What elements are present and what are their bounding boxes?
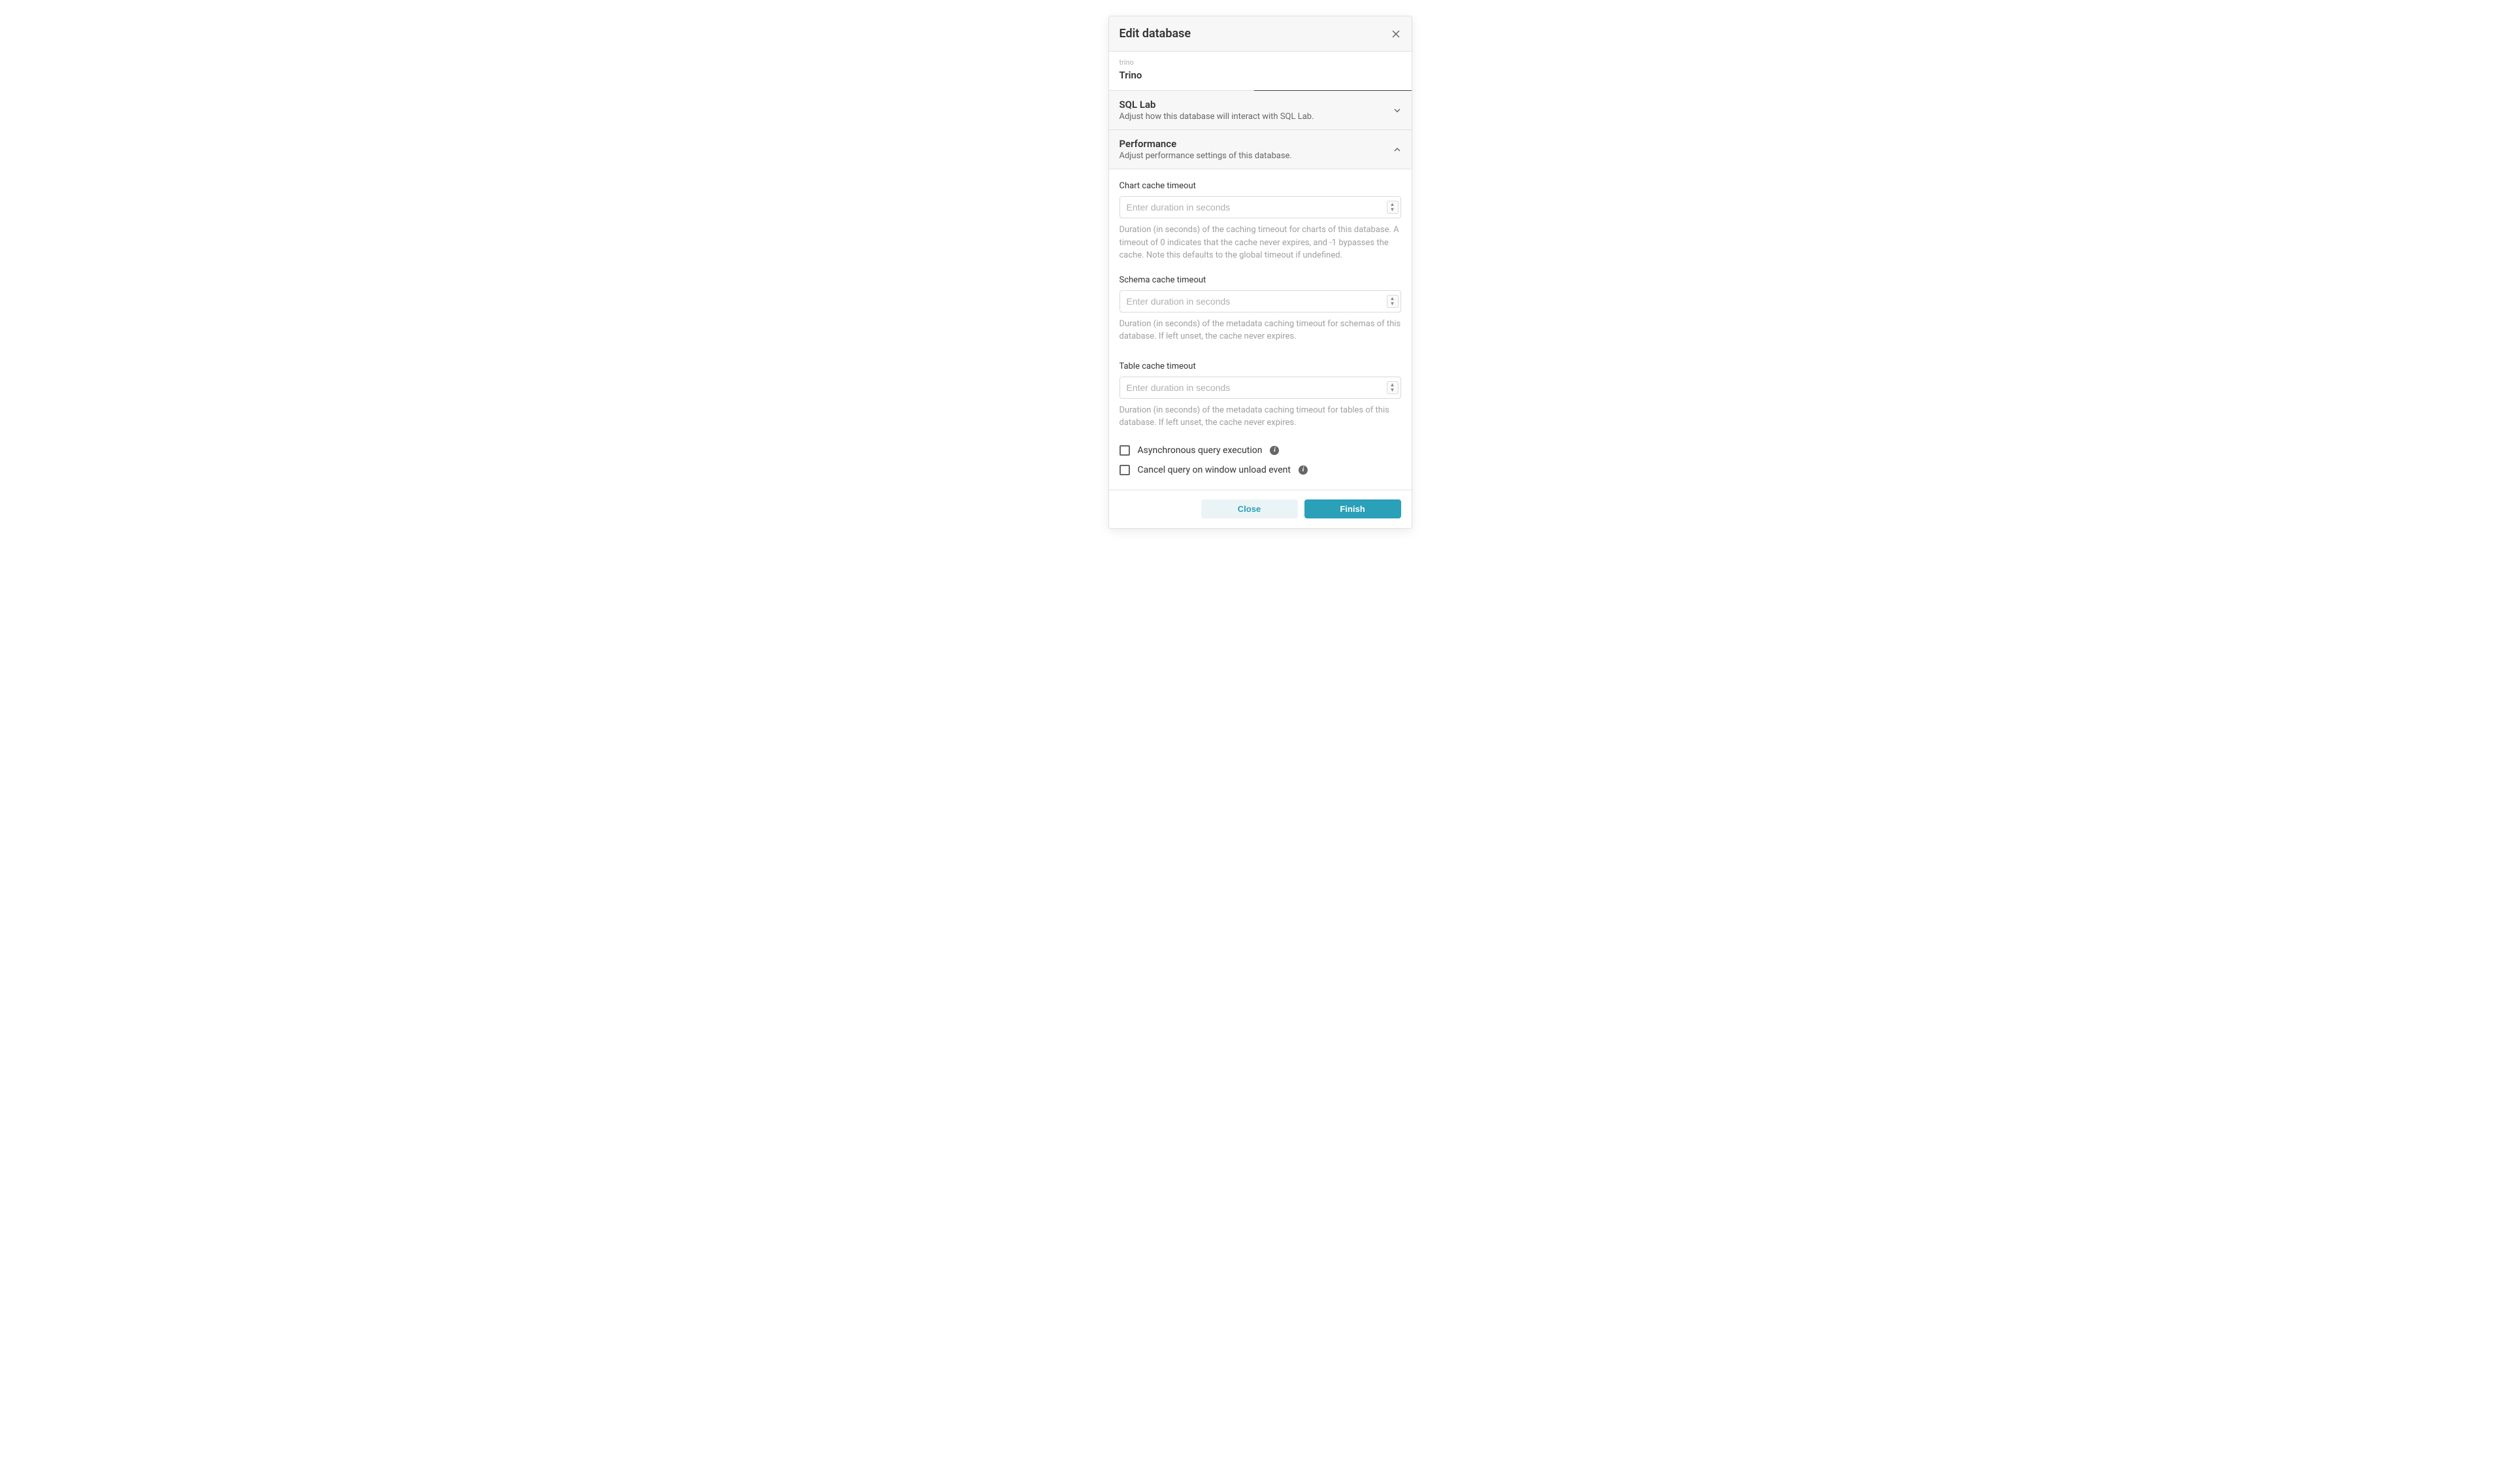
active-tab-indicator xyxy=(1254,90,1412,91)
database-name: Trino xyxy=(1119,69,1401,81)
cancel-unload-label: Cancel query on window unload event xyxy=(1138,465,1291,475)
database-meta: trino Trino xyxy=(1109,52,1412,91)
chart-cache-input[interactable] xyxy=(1119,196,1401,218)
section-sql-lab[interactable]: SQL Lab Adjust how this database will in… xyxy=(1109,91,1412,130)
section-sql-lab-title: SQL Lab xyxy=(1119,99,1314,110)
table-cache-input[interactable] xyxy=(1119,377,1401,399)
async-exec-checkbox[interactable] xyxy=(1119,445,1130,456)
schema-cache-label: Schema cache timeout xyxy=(1119,275,1401,285)
chart-cache-label: Chart cache timeout xyxy=(1119,181,1401,191)
row-async-exec: Asynchronous query execution i xyxy=(1119,445,1401,456)
cancel-unload-checkbox[interactable] xyxy=(1119,465,1130,475)
schema-cache-input[interactable] xyxy=(1119,290,1401,312)
section-sql-lab-subtitle: Adjust how this database will interact w… xyxy=(1119,112,1314,122)
close-button[interactable]: Close xyxy=(1201,499,1298,518)
table-cache-stepper[interactable]: ▲▼ xyxy=(1387,381,1399,394)
table-cache-label: Table cache timeout xyxy=(1119,362,1401,371)
modal-footer: Close Finish xyxy=(1109,490,1412,528)
chevron-up-icon xyxy=(1393,146,1401,154)
field-table-cache: Table cache timeout ▲▼ Duration (in seco… xyxy=(1119,362,1401,430)
schema-cache-help: Duration (in seconds) of the metadata ca… xyxy=(1119,318,1401,343)
schema-cache-stepper[interactable]: ▲▼ xyxy=(1387,295,1399,308)
section-performance-subtitle: Adjust performance settings of this data… xyxy=(1119,151,1292,161)
table-cache-help: Duration (in seconds) of the metadata ca… xyxy=(1119,404,1401,430)
info-icon[interactable]: i xyxy=(1270,446,1279,455)
close-icon[interactable] xyxy=(1391,29,1401,39)
modal-header: Edit database xyxy=(1109,16,1412,52)
finish-button[interactable]: Finish xyxy=(1304,499,1401,518)
field-chart-cache: Chart cache timeout ▲▼ Duration (in seco… xyxy=(1119,181,1401,262)
chart-cache-stepper[interactable]: ▲▼ xyxy=(1387,201,1399,214)
field-schema-cache: Schema cache timeout ▲▼ Duration (in sec… xyxy=(1119,275,1401,343)
database-type-slug: trino xyxy=(1119,58,1401,67)
edit-database-modal: Edit database trino Trino SQL Lab Adjust… xyxy=(1108,16,1412,529)
chart-cache-help: Duration (in seconds) of the caching tim… xyxy=(1119,224,1401,262)
modal-title: Edit database xyxy=(1119,27,1191,41)
info-icon[interactable]: i xyxy=(1299,465,1308,475)
async-exec-label: Asynchronous query execution xyxy=(1138,445,1263,456)
section-performance[interactable]: Performance Adjust performance settings … xyxy=(1109,130,1412,169)
performance-panel-body: Chart cache timeout ▲▼ Duration (in seco… xyxy=(1109,169,1412,490)
row-cancel-unload: Cancel query on window unload event i xyxy=(1119,465,1401,475)
section-performance-title: Performance xyxy=(1119,138,1292,150)
chevron-down-icon xyxy=(1393,107,1401,114)
